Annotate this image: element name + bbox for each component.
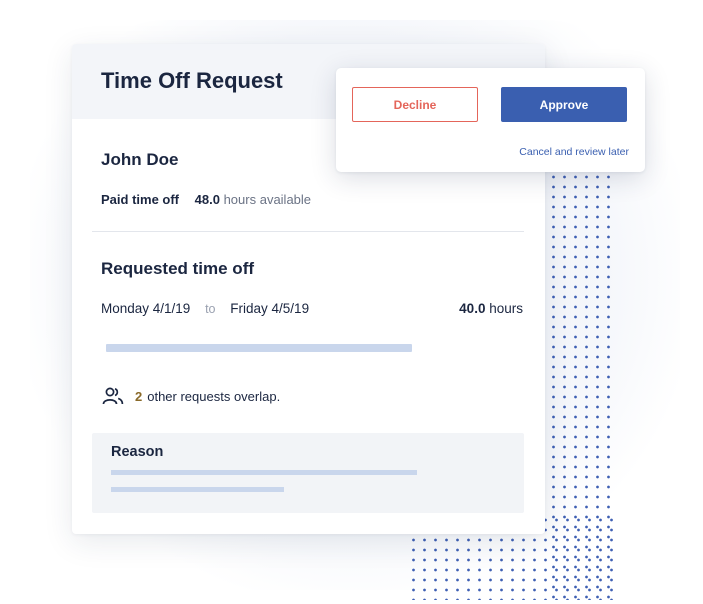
requested-hours: 40.0 hours <box>459 301 523 316</box>
pto-balance: Paid time off 48.0 hours available <box>101 192 311 207</box>
date-separator: to <box>205 302 216 316</box>
employee-name: John Doe <box>101 150 179 169</box>
people-icon <box>102 387 124 405</box>
decline-button[interactable]: Decline <box>352 87 478 122</box>
balance-hours: 48.0 <box>194 192 220 207</box>
reason-placeholder-line <box>111 487 284 492</box>
overlap-count: 2 <box>135 388 143 404</box>
approval-actions-popup: Decline Approve Cancel and review later <box>336 68 645 172</box>
balance-unit: hours available <box>223 192 312 207</box>
cancel-review-later-link[interactable]: Cancel and review later <box>519 146 629 158</box>
divider <box>92 231 524 232</box>
requested-time-off-heading: Requested time off <box>101 259 255 278</box>
reason-label: Reason <box>111 444 164 460</box>
request-date-range: Monday 4/1/19 to Friday 4/5/19 <box>101 301 309 316</box>
page-title: Time Off Request <box>101 68 283 93</box>
end-date: Friday 4/5/19 <box>230 301 310 316</box>
approve-button[interactable]: Approve <box>501 87 627 122</box>
requested-hours-unit: hours <box>489 301 523 316</box>
requested-hours-value: 40.0 <box>459 301 486 316</box>
placeholder-bar <box>106 344 412 352</box>
reason-placeholder-line <box>111 470 417 475</box>
overlap-notice: 2 other requests overlap. <box>102 387 280 405</box>
overlap-text: other requests overlap. <box>147 388 281 404</box>
balance-type: Paid time off <box>101 192 180 207</box>
reason-box: Reason <box>92 433 524 513</box>
start-date: Monday 4/1/19 <box>101 301 191 316</box>
